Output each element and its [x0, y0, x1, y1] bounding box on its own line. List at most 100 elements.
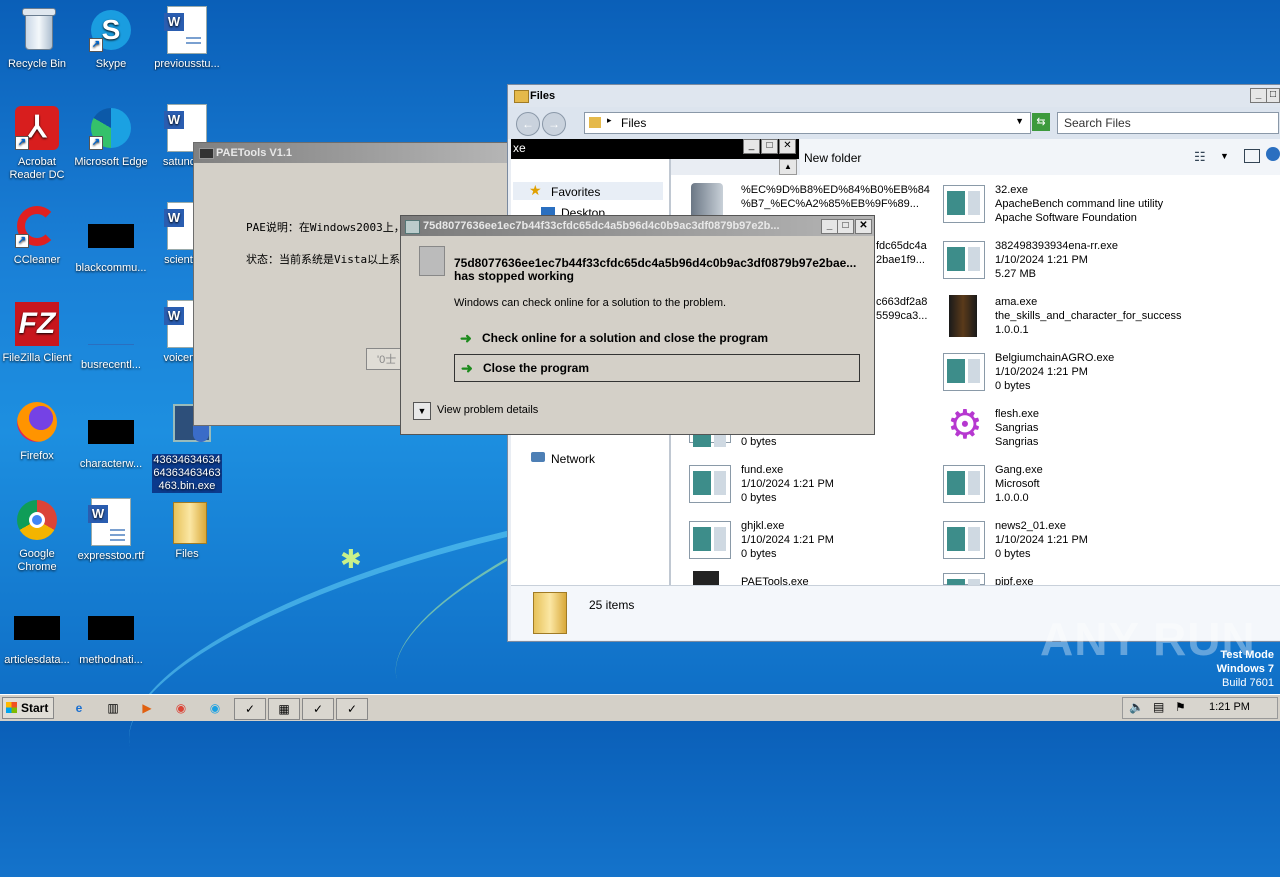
paetools-titlebar[interactable]: PAETools V1.1 — [194, 143, 524, 163]
address-bar[interactable]: ▸ Files ▼ — [584, 112, 1031, 134]
file-detail: 0 bytes — [741, 436, 777, 448]
edge-label: Microsoft Edge — [74, 156, 148, 168]
blackcommu-icon[interactable]: blackcommu... — [74, 212, 148, 275]
file-item[interactable]: PAETools.exe — [689, 571, 939, 585]
expand-details-button[interactable]: ▼ — [413, 402, 431, 420]
media-player-taskbar-icon[interactable]: ▶ — [132, 698, 162, 718]
recycle-bin-icon[interactable]: Recycle Bin — [0, 6, 74, 71]
flag-icon[interactable]: ⚑ — [1175, 700, 1186, 714]
minimize-button[interactable]: _ — [743, 139, 760, 154]
nav-item-network[interactable]: Network — [513, 449, 663, 467]
network-icon[interactable]: ▤ — [1153, 700, 1164, 714]
search-input[interactable]: Search Files — [1057, 112, 1279, 134]
windows-logo-icon — [6, 702, 17, 713]
preview-pane-icon[interactable] — [1244, 149, 1260, 163]
edge-taskbar-icon[interactable]: ◉ — [200, 698, 230, 718]
chrome-taskbar-icon[interactable]: ◉ — [166, 698, 196, 718]
file-item[interactable]: 32.exe ApacheBench command line utility … — [943, 183, 1193, 235]
files-folder-icon[interactable]: Files — [150, 496, 224, 561]
star-icon: ★ — [529, 182, 542, 198]
ie-taskbar-icon[interactable]: e — [64, 698, 94, 718]
folder-icon — [514, 90, 529, 103]
file-detail: Apache Software Foundation — [995, 212, 1137, 224]
explorer-titlebar[interactable]: Files _ □ — [508, 85, 1280, 107]
app-taskbar-button[interactable]: ✓ — [302, 698, 334, 720]
chrome-icon[interactable]: Google Chrome — [0, 496, 74, 574]
previousstu-label: previousstu... — [154, 58, 220, 70]
start-button[interactable]: Start — [2, 697, 54, 719]
maximize-button[interactable]: □ — [761, 139, 778, 154]
app-taskbar-button[interactable]: ✓ — [336, 698, 368, 720]
app-taskbar-button[interactable]: ✓ — [234, 698, 266, 720]
game-box-icon — [949, 295, 977, 337]
file-item[interactable]: Gang.exe Microsoft 1.0.0.0 — [943, 463, 1193, 515]
green-arrow-icon: ➜ — [461, 360, 473, 376]
minimize-button[interactable]: _ — [821, 219, 838, 234]
nav-item-favorites[interactable]: ★ Favorites — [513, 182, 663, 200]
nav-scroll-up[interactable]: ▲ — [779, 159, 797, 175]
crash-message: Windows can check online for a solution … — [454, 297, 727, 309]
crash-dialog-titlebar[interactable]: 75d8077636ee1ec7b44f33cfdc65dc4a5b96d4c0… — [401, 216, 874, 236]
help-icon[interactable] — [1266, 147, 1280, 161]
new-folder-button[interactable]: New folder — [804, 151, 861, 165]
green-arrow-icon: ➜ — [460, 330, 472, 346]
check-online-button[interactable]: ➜ Check online for a solution and close … — [454, 325, 860, 351]
view-options-icon[interactable]: ☷ — [1194, 149, 1206, 165]
chevron-down-icon[interactable]: ▼ — [1015, 116, 1024, 126]
file-name: ama.exe — [995, 296, 1038, 308]
characterw-label: characterw... — [79, 458, 143, 470]
maximize-button[interactable]: □ — [837, 219, 854, 234]
close-button[interactable]: ✕ — [855, 219, 872, 234]
firefox-icon[interactable]: Firefox — [0, 398, 74, 463]
search-placeholder: Search Files — [1064, 116, 1131, 130]
file-item[interactable]: ⚙ flesh.exe Sangrias Sangrias — [943, 403, 1193, 459]
refresh-button[interactable]: ⇆ — [1032, 113, 1050, 131]
folder-icon — [589, 117, 601, 128]
previousstu-icon[interactable]: W previousstu... — [150, 6, 224, 71]
gear-icon: ⚙ — [947, 403, 983, 447]
characterw-icon[interactable]: characterw... — [74, 408, 148, 471]
view-details-link[interactable]: View problem details — [437, 404, 538, 416]
chevron-down-icon[interactable]: ▼ — [1220, 151, 1229, 161]
close-program-button[interactable]: ➜ Close the program — [454, 354, 860, 382]
black-thumbnail-icon — [14, 616, 60, 640]
busrecentl-icon[interactable]: busrecentl... — [74, 314, 148, 372]
word-document-icon: W — [164, 6, 207, 54]
expresstoo-icon[interactable]: W expresstoo.rtf — [74, 498, 148, 563]
test-mode-label: Test Mode — [1220, 649, 1274, 661]
file-item[interactable]: pipf.exe — [943, 573, 1193, 585]
shortcut-arrow-icon: ↗ — [15, 234, 29, 248]
ccleaner-icon[interactable]: ↗ CCleaner — [0, 202, 74, 267]
articlesdata-icon[interactable]: articlesdata... — [0, 604, 74, 667]
volume-icon[interactable]: 🔈 — [1129, 700, 1144, 714]
file-item[interactable]: ghjkl.exe 1/10/2024 1:21 PM 0 bytes — [689, 519, 939, 571]
file-item[interactable]: fund.exe 1/10/2024 1:21 PM 0 bytes — [689, 463, 939, 515]
file-detail: 5.27 MB — [995, 268, 1036, 280]
maximize-button[interactable]: □ — [1266, 88, 1280, 103]
back-button[interactable]: ← — [516, 112, 540, 136]
explorer-taskbar-icon[interactable]: ▥ — [98, 698, 128, 718]
file-detail: ApacheBench command line utility — [995, 198, 1164, 210]
file-item[interactable]: ama.exe the_skills_and_character_for_suc… — [943, 295, 1193, 347]
file-detail: 0 bytes — [741, 492, 777, 504]
server-icon — [691, 183, 723, 219]
methodnati-label: methodnati... — [79, 654, 143, 666]
clock[interactable]: 1:21 PM — [1209, 701, 1250, 713]
exe-icon — [943, 353, 985, 391]
paetools-taskbar-button[interactable]: ▦ — [268, 698, 300, 720]
close-button[interactable]: ✕ — [779, 139, 796, 154]
file-item[interactable]: 382498393934ena-rr.exe 1/10/2024 1:21 PM… — [943, 239, 1193, 291]
forward-button[interactable]: → — [542, 112, 566, 136]
file-detail: 1.0.0.1 — [995, 324, 1029, 336]
wallpaper-logo: ✱ — [340, 544, 362, 574]
methodnati-icon[interactable]: methodnati... — [74, 604, 148, 667]
acrobat-icon[interactable]: ⅄ ↗ Acrobat Reader DC — [0, 104, 74, 182]
skype-icon[interactable]: S ↗ Skype — [74, 6, 148, 71]
filezilla-icon[interactable]: FZ FileZilla Client — [0, 300, 74, 365]
crash-dialog-title: 75d8077636ee1ec7b44f33cfdc65dc4a5b96d4c0… — [423, 220, 780, 232]
exe-icon — [943, 573, 985, 585]
file-item[interactable]: news2_01.exe 1/10/2024 1:21 PM 0 bytes — [943, 519, 1193, 571]
edge-icon[interactable]: ↗ Microsoft Edge — [74, 104, 148, 169]
file-item[interactable]: BelgiumchainAGRO.exe 1/10/2024 1:21 PM 0… — [943, 351, 1193, 403]
minimize-button[interactable]: _ — [1250, 88, 1267, 103]
